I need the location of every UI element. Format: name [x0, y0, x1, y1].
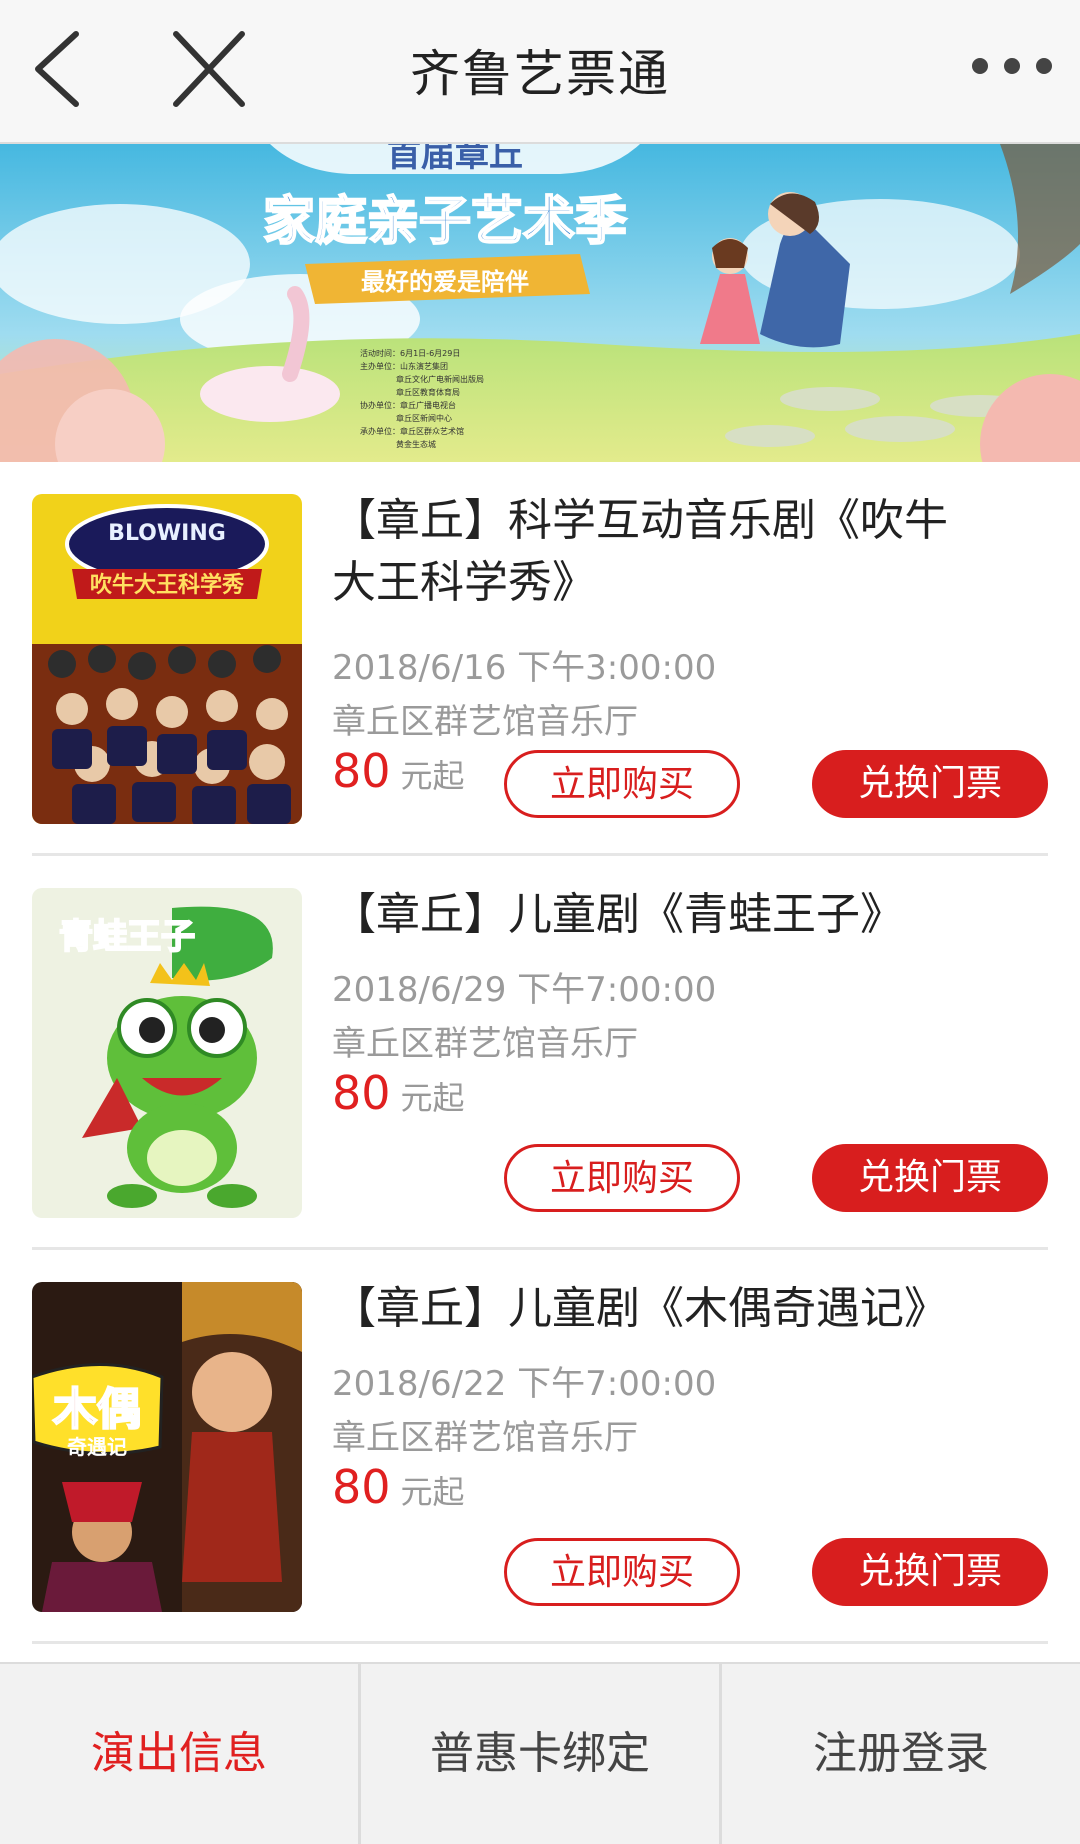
- show-title[interactable]: 【章丘】儿童剧《木偶奇遇记》: [332, 1278, 1048, 1340]
- divider: [32, 1641, 1048, 1644]
- bottom-tab-bar: 演出信息 普惠卡绑定 注册登录: [0, 1662, 1080, 1844]
- show-price: 80 元起: [332, 744, 465, 798]
- redeem-ticket-button[interactable]: 兑换门票: [812, 1144, 1048, 1212]
- price-value: 80: [332, 1460, 391, 1514]
- banner-detail: 章丘区新闻中心: [396, 413, 452, 423]
- show-item[interactable]: BLOWING 吹牛大王科学秀 【章丘】科学互动音乐剧《吹牛 大王科学秀》 20…: [32, 462, 1048, 856]
- show-price: 80 元起: [332, 1460, 465, 1514]
- top-navigation-bar: 齐鲁艺票通: [0, 0, 1080, 144]
- price-unit: 元起: [400, 757, 465, 795]
- show-info: 【章丘】科学互动音乐剧《吹牛 大王科学秀》 2018/6/16 下午3:00:0…: [332, 490, 1048, 830]
- show-datetime: 2018/6/29 下午7:00:00: [332, 970, 717, 1010]
- page-title: 齐鲁艺票通: [410, 45, 670, 103]
- banner-illustration: 首届章丘 家庭亲子艺术季 最好的爱是陪伴 活动时间：6月1日-6月29日 主办单…: [0, 144, 1080, 462]
- show-venue: 章丘区群艺馆音乐厅: [332, 702, 638, 742]
- redeem-ticket-button[interactable]: 兑换门票: [812, 750, 1048, 818]
- tab-show-info[interactable]: 演出信息: [0, 1664, 358, 1844]
- banner-ribbon: 最好的爱是陪伴: [361, 268, 529, 296]
- poster-image: BLOWING 吹牛大王科学秀: [32, 494, 302, 824]
- show-title[interactable]: 【章丘】儿童剧《青蛙王子》: [332, 884, 1048, 946]
- show-poster[interactable]: BLOWING 吹牛大王科学秀: [32, 494, 302, 824]
- banner-detail: 协办单位：章丘广播电视台: [360, 400, 456, 410]
- show-venue: 章丘区群艺馆音乐厅: [332, 1024, 638, 1064]
- show-price: 80 元起: [332, 1066, 465, 1120]
- banner-detail: 章丘区教育体育局: [396, 387, 460, 397]
- buy-now-button[interactable]: 立即购买: [504, 1144, 740, 1212]
- price-value: 80: [332, 1066, 391, 1120]
- poster-title: 青蛙王子: [59, 917, 195, 957]
- price-value: 80: [332, 744, 391, 798]
- banner-detail: 章丘文化广电新闻出版局: [396, 374, 484, 384]
- show-datetime: 2018/6/22 下午7:00:00: [332, 1364, 717, 1404]
- banner-detail: 黄金生态城: [396, 439, 436, 449]
- redeem-ticket-button[interactable]: 兑换门票: [812, 1538, 1048, 1606]
- show-title[interactable]: 【章丘】科学互动音乐剧《吹牛 大王科学秀》: [332, 490, 1048, 614]
- banner-detail: 活动时间：6月1日-6月29日: [360, 348, 460, 358]
- show-info: 【章丘】儿童剧《青蛙王子》 2018/6/29 下午7:00:00 章丘区群艺馆…: [332, 884, 1048, 1224]
- more-menu-button[interactable]: [972, 50, 1052, 80]
- more-dots-icon: [1036, 58, 1052, 74]
- poster-title: 木偶: [53, 1384, 141, 1435]
- banner-headline: 家庭亲子艺术季: [263, 192, 627, 252]
- poster-title: 吹牛大王科学秀: [90, 572, 244, 598]
- show-title-line: 【章丘】科学互动音乐剧《吹牛: [332, 495, 948, 546]
- show-venue: 章丘区群艺馆音乐厅: [332, 1418, 638, 1458]
- svg-text:BLOWING: BLOWING: [108, 521, 226, 546]
- show-item[interactable]: 青蛙王子 【章丘】儿童剧《青蛙王子》 2018/6/29 下午7:00:00 章…: [32, 856, 1048, 1250]
- more-dots-icon: [972, 58, 988, 74]
- price-unit: 元起: [400, 1079, 465, 1117]
- buy-now-button[interactable]: 立即购买: [504, 1538, 740, 1606]
- show-title-line: 大王科学秀》: [332, 557, 596, 608]
- show-datetime: 2018/6/16 下午3:00:00: [332, 648, 717, 688]
- show-info: 【章丘】儿童剧《木偶奇遇记》 2018/6/22 下午7:00:00 章丘区群艺…: [332, 1278, 1048, 1618]
- tab-register-login[interactable]: 注册登录: [722, 1664, 1080, 1844]
- show-poster[interactable]: 木偶 奇遇记: [32, 1282, 302, 1612]
- banner-line1: 首届章丘: [387, 144, 523, 175]
- banner-detail: 承办单位：章丘区群众艺术馆: [360, 426, 464, 436]
- poster-image: 木偶 奇遇记: [32, 1282, 302, 1612]
- show-poster[interactable]: 青蛙王子: [32, 888, 302, 1218]
- show-item[interactable]: 木偶 奇遇记 【章丘】儿童剧《木偶奇遇记》 2018/6/22 下午7:00:0…: [32, 1250, 1048, 1644]
- more-dots-icon: [1004, 58, 1020, 74]
- promo-banner[interactable]: 首届章丘 家庭亲子艺术季 最好的爱是陪伴 活动时间：6月1日-6月29日 主办单…: [0, 144, 1080, 462]
- price-unit: 元起: [400, 1473, 465, 1511]
- banner-detail: 主办单位：山东演艺集团: [360, 361, 448, 371]
- tab-card-binding[interactable]: 普惠卡绑定: [361, 1664, 719, 1844]
- buy-now-button[interactable]: 立即购买: [504, 750, 740, 818]
- poster-subtitle: 奇遇记: [67, 1435, 127, 1459]
- poster-image: 青蛙王子: [32, 888, 302, 1218]
